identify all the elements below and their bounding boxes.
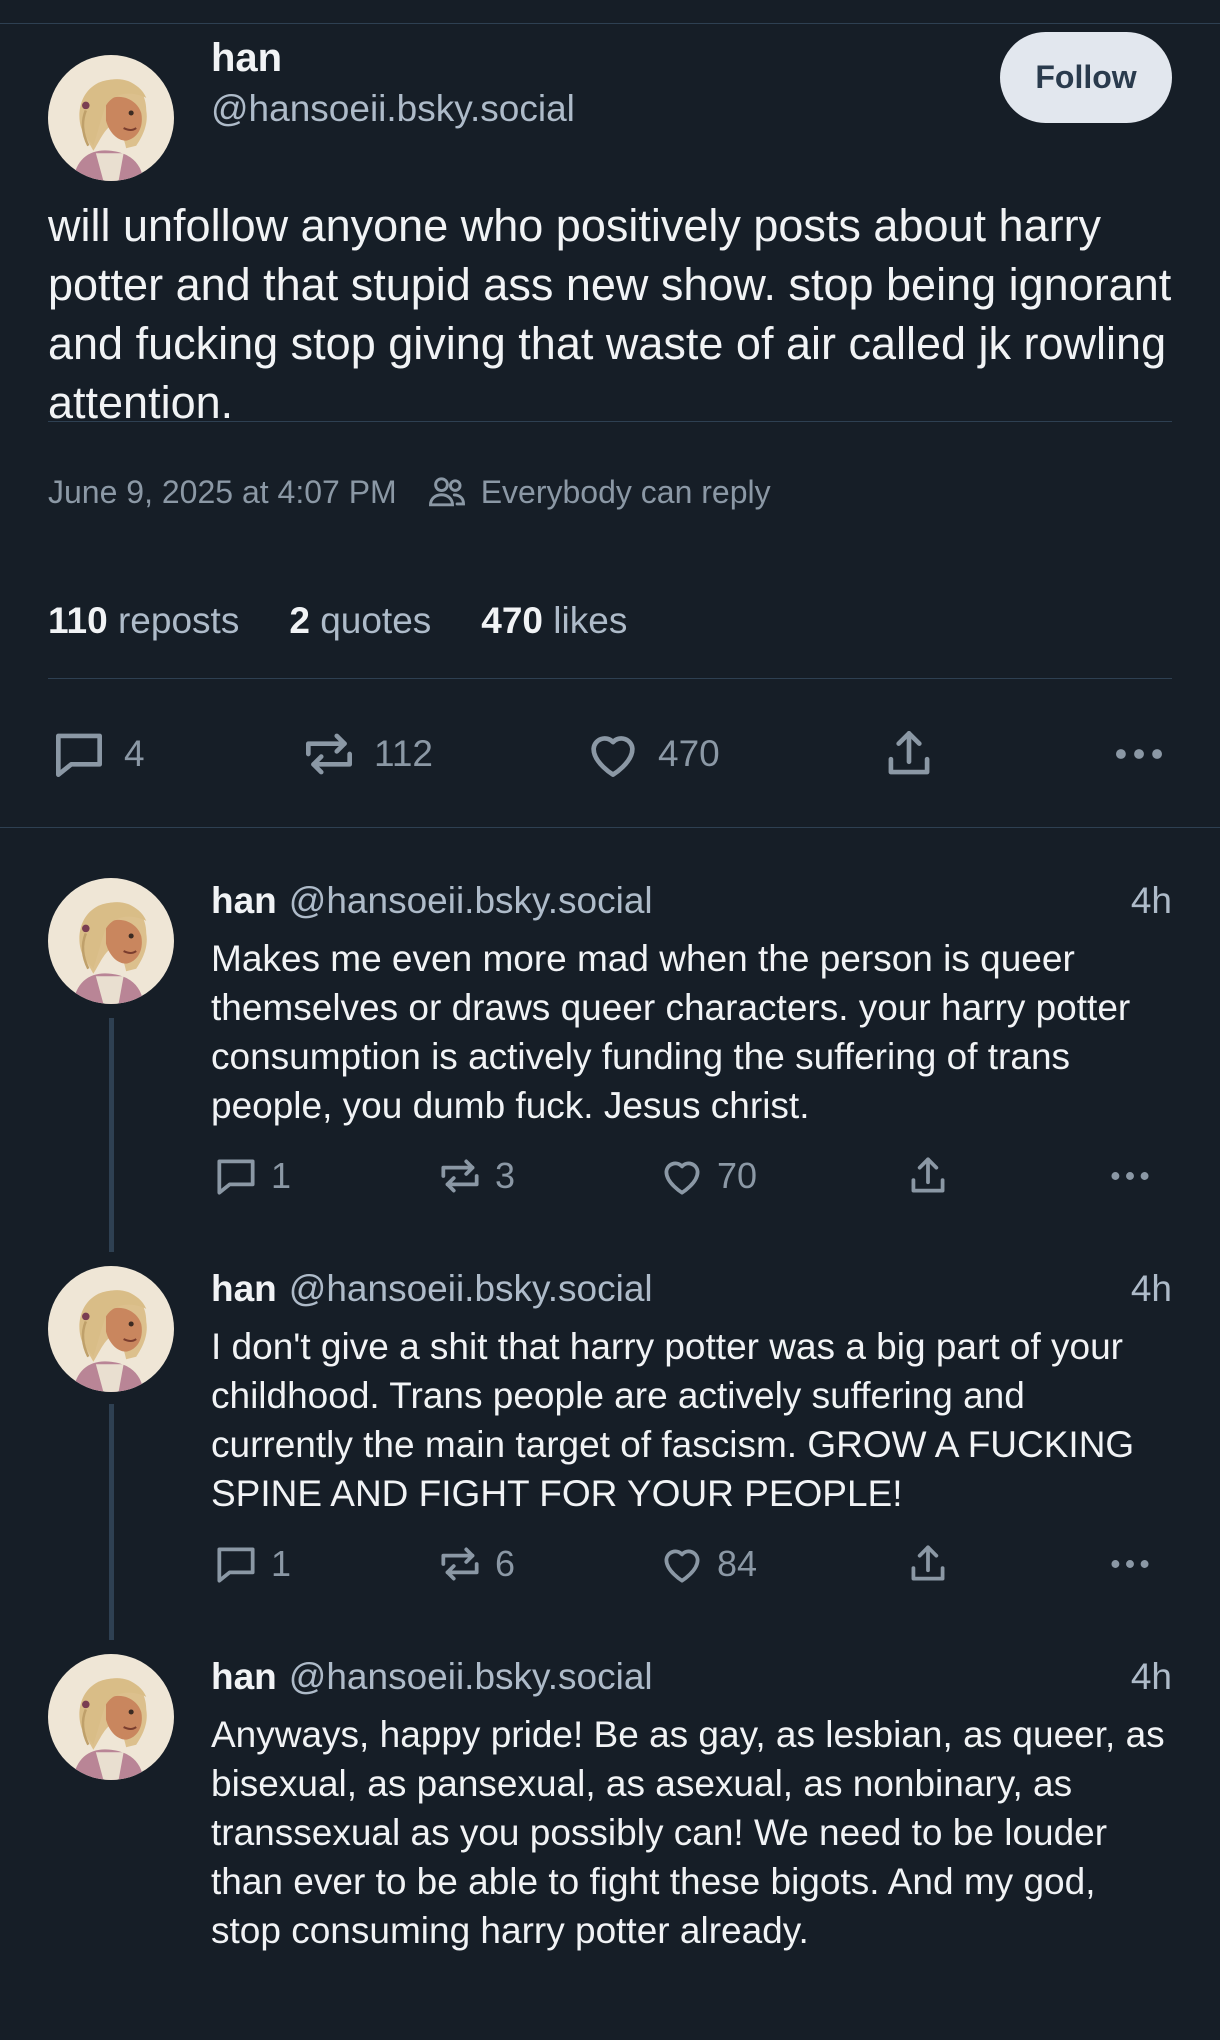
author-name[interactable]: han: [211, 880, 277, 921]
repost-icon: [306, 733, 352, 775]
author-handle[interactable]: @hansoeii.bsky.social: [289, 1656, 653, 1697]
reply-count: 4: [124, 733, 145, 774]
reply-author[interactable]: han @hansoeii.bsky.social: [211, 880, 653, 922]
reply-icon: [217, 1547, 255, 1583]
reply-text: I don't give a shit that harry potter wa…: [211, 1326, 1135, 1514]
repost-icon: [441, 1159, 479, 1193]
share-button[interactable]: [903, 1151, 953, 1201]
like-count: 84: [717, 1543, 758, 1584]
divider: [48, 678, 1172, 679]
quotes-count-link[interactable]: 2 quotes: [289, 600, 431, 642]
more-icon: [1111, 1172, 1149, 1180]
post-text: will unfollow anyone who positively post…: [48, 200, 1172, 428]
people-icon: [428, 477, 465, 507]
reposts-count-link[interactable]: 110 reposts: [48, 600, 239, 642]
reply-count: 1: [271, 1543, 292, 1584]
like-button[interactable]: 470: [582, 724, 720, 784]
repost-button[interactable]: 3: [435, 1151, 515, 1201]
reply-time[interactable]: 4h: [1131, 1268, 1172, 1310]
more-icon: [1116, 749, 1162, 759]
more-icon: [1111, 1560, 1149, 1568]
reply-text: Anyways, happy pride! Be as gay, as lesb…: [211, 1714, 1165, 1951]
main-post: han @hansoeii.bsky.social Follow will un…: [0, 24, 1220, 828]
repost-count: 6: [495, 1543, 516, 1584]
more-options-button[interactable]: [1108, 724, 1170, 784]
reply-time[interactable]: 4h: [1131, 880, 1172, 922]
like-count: 70: [717, 1155, 758, 1196]
share-button[interactable]: [878, 724, 940, 784]
thread-line: [109, 1404, 114, 1640]
avatar[interactable]: [48, 878, 174, 1004]
like-count: 470: [658, 733, 720, 774]
like-button[interactable]: 70: [657, 1151, 757, 1201]
share-icon: [888, 731, 930, 775]
reply-icon: [56, 733, 102, 777]
more-options-button[interactable]: [1105, 1151, 1155, 1201]
heart-icon: [591, 736, 635, 777]
author-handle[interactable]: @hansoeii.bsky.social: [211, 88, 575, 130]
reply-count: 1: [271, 1155, 292, 1196]
like-button[interactable]: 84: [657, 1539, 757, 1589]
author-handle[interactable]: @hansoeii.bsky.social: [289, 880, 653, 921]
post-meta: June 9, 2025 at 4:07 PM Everybody can re…: [48, 470, 771, 514]
reply-post[interactable]: han @hansoeii.bsky.social 4h Makes me eve…: [0, 878, 1220, 1266]
reply-icon: [217, 1159, 255, 1195]
repost-count: 3: [495, 1155, 516, 1196]
heart-icon: [664, 1549, 700, 1583]
avatar[interactable]: [48, 1654, 174, 1780]
divider: [48, 421, 1172, 422]
reply-button[interactable]: 1: [211, 1539, 291, 1589]
author-name[interactable]: han: [211, 36, 282, 81]
reply-author[interactable]: han @hansoeii.bsky.social: [211, 1656, 653, 1698]
thread-line: [109, 1018, 114, 1252]
post-actions: 4 112 470: [48, 724, 1172, 784]
reply-actions: 1 3 70: [211, 1151, 1171, 1201]
share-icon: [911, 1157, 945, 1193]
share-button[interactable]: [903, 1539, 953, 1589]
post-timestamp[interactable]: June 9, 2025 at 4:07 PM: [48, 474, 397, 511]
reply-text: Makes me even more mad when the person i…: [211, 938, 1131, 1126]
repost-count: 112: [374, 733, 433, 774]
reply-post[interactable]: han @hansoeii.bsky.social 4h I don't give…: [0, 1266, 1220, 1654]
repost-button[interactable]: 112: [298, 724, 433, 784]
heart-icon: [664, 1161, 700, 1195]
more-options-button[interactable]: [1105, 1539, 1155, 1589]
reply-setting[interactable]: Everybody can reply: [481, 474, 771, 511]
reply-author[interactable]: han @hansoeii.bsky.social: [211, 1268, 653, 1310]
likes-count-link[interactable]: 470 likes: [481, 600, 627, 642]
avatar[interactable]: [48, 55, 174, 181]
reply-button[interactable]: 1: [211, 1151, 291, 1201]
engagement-counts: 110 reposts 2 quotes 470 likes: [48, 596, 677, 646]
author-handle[interactable]: @hansoeii.bsky.social: [289, 1268, 653, 1309]
reply-button[interactable]: 4: [48, 724, 145, 784]
share-icon: [911, 1545, 945, 1581]
follow-button[interactable]: Follow: [1000, 32, 1172, 123]
reply-post[interactable]: han @hansoeii.bsky.social 4h Anyways, hap…: [0, 1654, 1220, 2040]
author-name[interactable]: han: [211, 1268, 277, 1309]
author-name[interactable]: han: [211, 1656, 277, 1697]
repost-icon: [441, 1547, 479, 1581]
repost-button[interactable]: 6: [435, 1539, 515, 1589]
reply-time[interactable]: 4h: [1131, 1656, 1172, 1698]
avatar[interactable]: [48, 1266, 174, 1392]
reply-actions: 1 6 84: [211, 1539, 1171, 1589]
